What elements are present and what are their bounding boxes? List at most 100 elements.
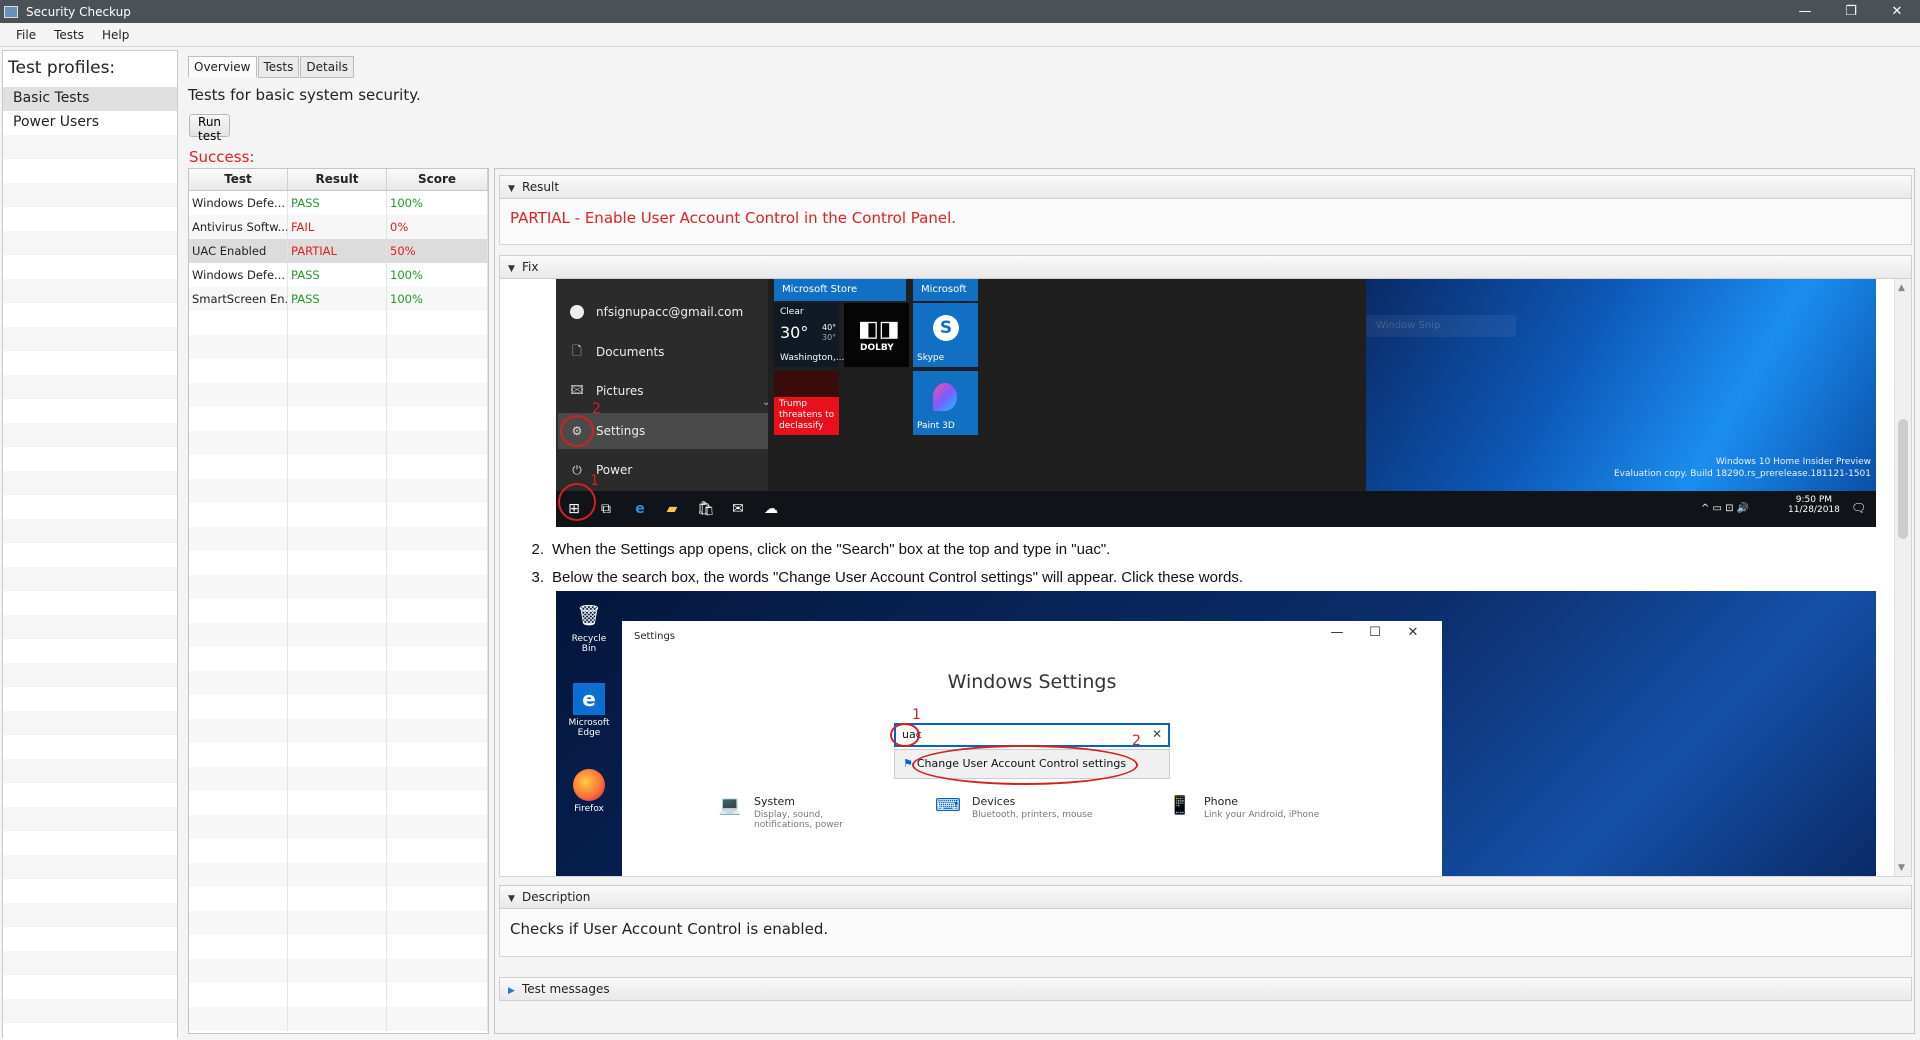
phone-label: Phone <box>1204 795 1239 808</box>
profiles-empty-rows <box>3 135 177 1040</box>
table-row[interactable]: Windows Defe... PASS 100% <box>189 263 488 287</box>
empty-cell <box>387 983 488 1007</box>
empty-cell <box>387 575 488 599</box>
empty-cell <box>189 887 288 911</box>
empty-row <box>189 359 488 383</box>
empty-row <box>3 1023 177 1040</box>
menu-help[interactable]: Help <box>93 28 138 42</box>
empty-cell <box>189 551 288 575</box>
column-header-result[interactable]: Result <box>288 169 387 190</box>
empty-row <box>189 431 488 455</box>
column-header-score[interactable]: Score <box>387 169 488 190</box>
table-row[interactable]: Windows Defe... PASS 100% <box>189 191 488 215</box>
empty-cell <box>189 719 288 743</box>
annotation-circle <box>560 415 594 447</box>
empty-row <box>189 839 488 863</box>
maximize-button[interactable]: ❐ <box>1828 0 1874 23</box>
edge-icon: e <box>573 683 605 715</box>
clear-icon: ✕ <box>1151 727 1162 741</box>
empty-row <box>3 303 177 327</box>
watermark-line-2: Evaluation copy. Build 18290.rs_prerelea… <box>1613 469 1871 479</box>
store-icon: 🛍 <box>697 501 715 517</box>
fix-content-view[interactable]: Window Snip nfsignupacc@gmail.com 🗋 Docum… <box>499 279 1912 877</box>
cell-test: UAC Enabled <box>189 239 288 263</box>
minimize-button[interactable]: — <box>1782 0 1828 23</box>
empty-cell <box>189 911 288 935</box>
weather-city: Washington,... <box>780 353 845 363</box>
table-header: Test Result Score <box>189 169 488 191</box>
profile-item-power-users[interactable]: Power Users <box>3 111 177 135</box>
menu-bar: File Tests Help <box>0 23 1920 47</box>
test-messages-section-header[interactable]: ▶ Test messages <box>499 977 1912 1001</box>
desktop-icons: 🗑 Recycle Bin e Microsoft Edge Firefox <box>556 591 622 876</box>
empty-row <box>189 647 488 671</box>
recycle-bin-label: Recycle Bin <box>571 634 607 654</box>
empty-row <box>3 231 177 255</box>
watermark-line-1: Windows 10 Home Insider Preview <box>1715 457 1871 467</box>
fix-steps: 2. When the Settings app opens, click on… <box>520 541 1243 597</box>
pictures-label: Pictures <box>596 384 644 398</box>
table-row[interactable]: SmartScreen En... PASS 100% <box>189 287 488 311</box>
collapse-arrow-icon: ▼ <box>508 184 515 194</box>
tile-edge-header: Microsoft Edge <box>913 279 978 317</box>
annotation-number: 2 <box>592 401 601 417</box>
empty-cell <box>189 935 288 959</box>
empty-cell <box>189 983 288 1007</box>
start-menu-account: nfsignupacc@gmail.com <box>570 305 743 319</box>
empty-cell <box>288 599 387 623</box>
table-row[interactable]: Antivirus Softw... FAIL 0% <box>189 215 488 239</box>
empty-row <box>189 335 488 359</box>
result-text: PARTIAL - Enable User Account Control in… <box>510 209 957 227</box>
folder-icon: ▰ <box>666 501 678 517</box>
empty-cell <box>288 863 387 887</box>
weather-state: Clear <box>780 307 804 317</box>
empty-cell <box>189 335 288 359</box>
scrollbar-thumb[interactable] <box>1898 419 1908 539</box>
tab-overview[interactable]: Overview <box>188 56 257 78</box>
empty-cell <box>387 1007 488 1031</box>
profiles-panel: Test profiles: Basic Tests Power Users <box>2 50 178 1040</box>
scroll-up-icon[interactable]: ▲ <box>1898 283 1905 293</box>
empty-row <box>3 327 177 351</box>
cell-result: PASS <box>288 287 387 311</box>
empty-cell <box>387 335 488 359</box>
close-button[interactable]: ✕ <box>1874 0 1920 23</box>
table-row[interactable]: UAC Enabled PARTIAL 50% <box>189 239 488 263</box>
run-test-button[interactable]: Run test <box>189 114 231 143</box>
empty-cell <box>288 551 387 575</box>
empty-row <box>3 711 177 735</box>
menu-tests[interactable]: Tests <box>45 28 93 42</box>
empty-cell <box>288 455 387 479</box>
tab-details[interactable]: Details <box>300 56 354 78</box>
description-section-header[interactable]: ▼ Description <box>499 885 1912 909</box>
taskbar: ⊞ ⧉ e ▰ 🛍 ✉ ☁ ^ ▭ ⊡ 🔊 9:50 PM 11/28/2018… <box>556 491 1876 527</box>
empty-row <box>3 567 177 591</box>
step-number: 3. <box>531 569 544 586</box>
start-menu: nfsignupacc@gmail.com 🗋 Documents 🖾 Pictur… <box>556 279 768 491</box>
result-section-header[interactable]: ▼ Result <box>499 175 1912 199</box>
settings-search-box: uac ✕ <box>894 723 1170 747</box>
empty-row <box>3 591 177 615</box>
profile-item-basic-tests[interactable]: Basic Tests <box>3 87 177 111</box>
cell-score: 100% <box>387 263 488 287</box>
cell-test: SmartScreen En... <box>189 287 288 311</box>
empty-cell <box>387 599 488 623</box>
cell-score: 0% <box>387 215 488 239</box>
close-icon: ✕ <box>1407 625 1419 640</box>
collapse-arrow-icon: ▼ <box>508 264 515 274</box>
tab-tests[interactable]: Tests <box>257 56 300 78</box>
column-header-test[interactable]: Test <box>189 169 288 190</box>
fix-scrollbar[interactable]: ▲ ▼ <box>1894 279 1911 876</box>
empty-cell <box>189 671 288 695</box>
dolby-tile: ◧◨ DOLBY <box>844 303 909 367</box>
settings-window-controls: — ☐ ✕ <box>1318 625 1432 640</box>
scroll-down-icon[interactable]: ▼ <box>1898 863 1905 873</box>
empty-row <box>3 471 177 495</box>
menu-file[interactable]: File <box>0 28 45 42</box>
task-view-icon: ⧉ <box>601 501 611 517</box>
fix-section-header[interactable]: ▼ Fix <box>499 255 1912 279</box>
documents-label: Documents <box>596 345 665 359</box>
weather-high: 40° <box>822 323 837 332</box>
empty-cell <box>288 623 387 647</box>
empty-row <box>3 735 177 759</box>
